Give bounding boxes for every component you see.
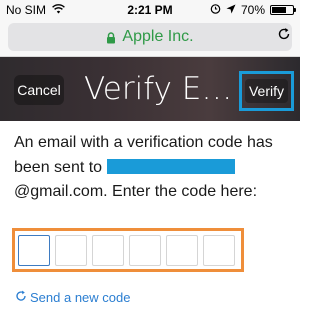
email-suffix-text: @gmail.com. Enter the code here: <box>14 183 258 200</box>
verify-button-label: Verify <box>244 79 288 103</box>
verification-code-input <box>12 228 244 272</box>
page-title: Verify E… <box>84 71 233 107</box>
cancel-button[interactable]: Cancel <box>14 75 64 105</box>
redacted-email-mask <box>106 158 235 174</box>
alarm-icon <box>210 3 221 17</box>
reload-icon[interactable] <box>277 27 291 41</box>
send-new-code-label: Send a new code <box>30 290 131 305</box>
location-arrow-icon <box>226 3 236 17</box>
nav-header: Cancel Verify E… Verify <box>0 57 300 121</box>
refresh-icon <box>15 290 27 305</box>
address-field[interactable]: Apple Inc. <box>8 23 292 51</box>
browser-address-area: Apple Inc. <box>0 20 300 57</box>
status-right: 70% <box>210 3 296 17</box>
send-new-code-link[interactable]: Send a new code <box>15 290 130 305</box>
code-digit-5[interactable] <box>166 235 198 266</box>
battery-icon <box>270 5 296 15</box>
code-digit-6[interactable] <box>203 235 235 266</box>
code-digit-3[interactable] <box>92 235 124 266</box>
lock-icon <box>106 31 116 44</box>
battery-level-fill <box>272 7 286 13</box>
code-digit-4[interactable] <box>129 235 161 266</box>
code-digit-2[interactable] <box>55 235 87 266</box>
verification-message: An email with a verification code has be… <box>14 131 294 205</box>
verify-button[interactable]: Verify <box>239 71 294 111</box>
battery-percent: 70% <box>240 3 265 17</box>
code-digit-1[interactable] <box>18 235 50 266</box>
site-name: Apple Inc. <box>122 28 194 45</box>
status-bar: No SIM 2:21 PM 70% <box>0 0 300 20</box>
